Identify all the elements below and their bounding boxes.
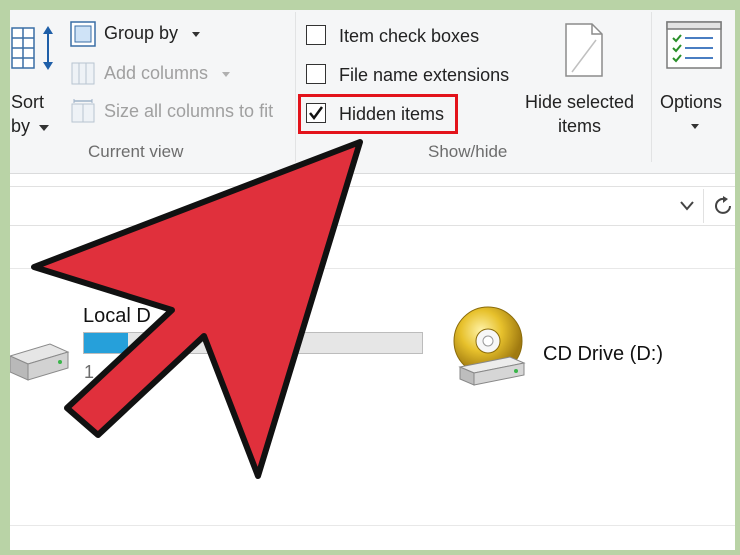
arrow-pointer [31,139,363,479]
file-explorer-window: Sort by Group by Add columns Size all co… [10,10,735,550]
